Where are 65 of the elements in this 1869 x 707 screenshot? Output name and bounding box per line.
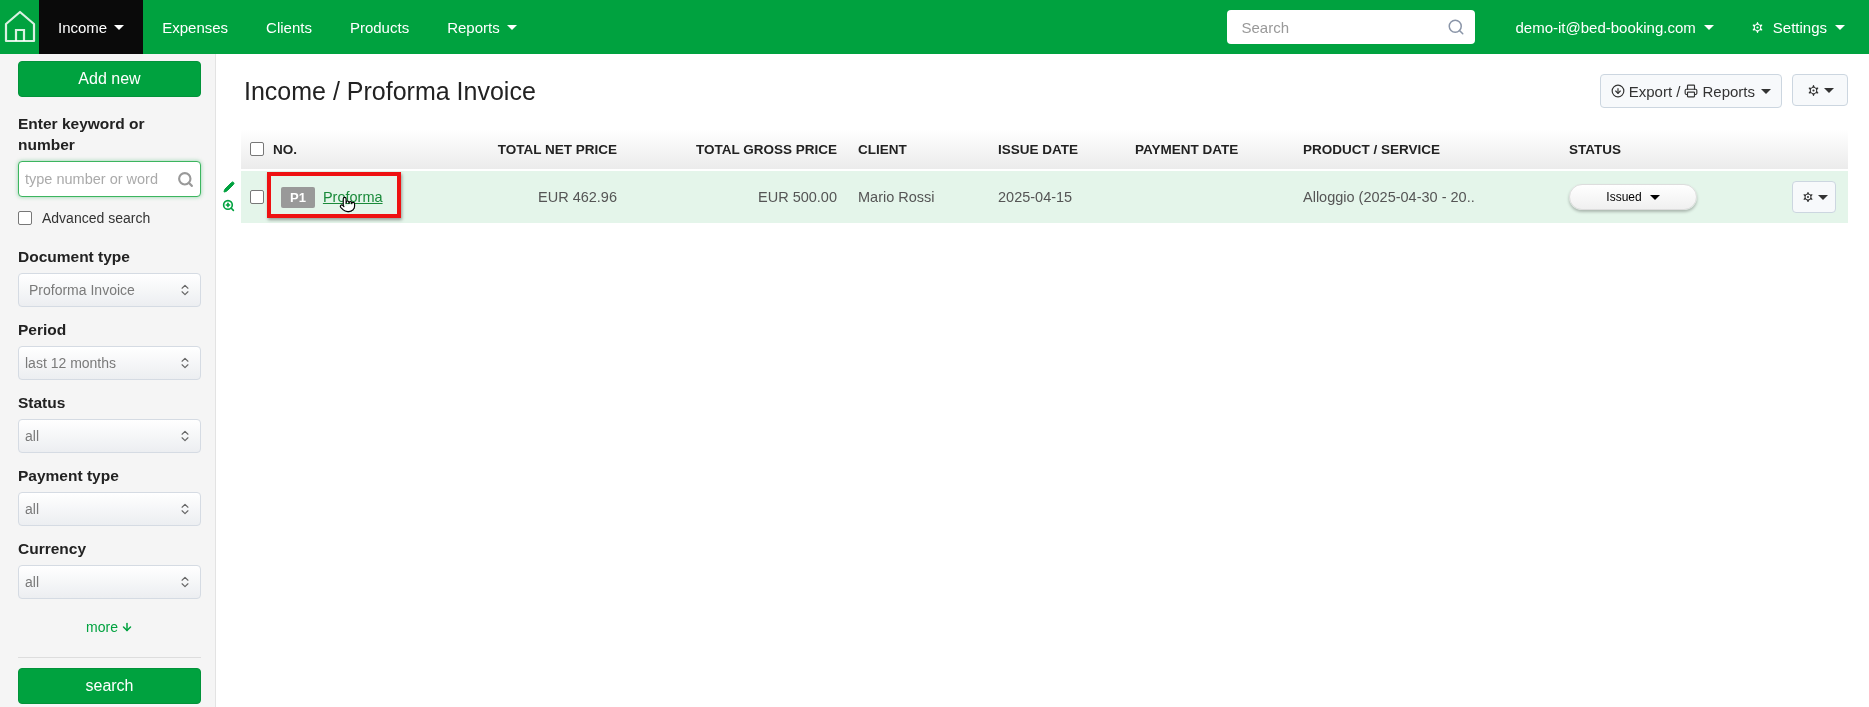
select-field[interactable]: last 12 months (18, 346, 201, 380)
nav-item[interactable]: Expenses (143, 0, 248, 54)
checkbox[interactable] (250, 190, 264, 204)
nav-item[interactable]: Products (330, 0, 429, 54)
caret-icon (1824, 87, 1834, 93)
column-header: ISSUE DATE (998, 141, 1079, 157)
search-icon (177, 170, 194, 188)
table-cell-text: Mario Rossi (857, 189, 936, 205)
field-label: Status (18, 393, 67, 413)
document-badge: P1 (281, 186, 315, 208)
field-label: Payment type (18, 466, 120, 486)
table-cell-text: EUR 500.00 (757, 189, 838, 205)
checkbox[interactable] (250, 142, 264, 156)
settings-menu[interactable]: Settings (1731, 0, 1869, 54)
export-reports-button[interactable]: Export / Reports (1599, 74, 1782, 108)
pencil-icon[interactable] (222, 180, 235, 193)
field-label: Currency (18, 539, 88, 559)
column-header: TOTAL NET PRICE (496, 141, 618, 157)
caret-icon (1703, 24, 1714, 30)
table-row[interactable]: P1 Proforma EUR 462.96 EUR 500.00 Mario Rossi 2025-04-15 Alloggio (2025-04-30 - 20.. Issued (241, 171, 1848, 223)
printer-icon (1684, 84, 1699, 98)
caret-icon (1835, 24, 1845, 30)
settings-icon (1806, 82, 1821, 98)
account-menu[interactable]: demo-it@bed-booking.com (1497, 0, 1732, 54)
column-header: NO. (273, 141, 298, 157)
arrow-down-icon (120, 621, 133, 633)
field-label: Period (18, 320, 68, 340)
checkbox-label: Advanced search (42, 210, 151, 226)
column-header: PRODUCT / SERVICE (1303, 141, 1442, 157)
column-header: STATUS (1569, 141, 1622, 157)
keyword-field[interactable]: type number or word (18, 161, 201, 197)
nav-item[interactable]: Income (39, 0, 144, 54)
select-field[interactable]: all (18, 565, 201, 599)
field-label: Document type (18, 247, 131, 267)
table-cell-text: 2025-04-15 (998, 189, 1074, 205)
column-header: CLIENT (857, 141, 908, 157)
page-title: Income / Proforma Invoice (244, 77, 537, 106)
settings-icon (1749, 19, 1765, 35)
search-field[interactable]: Search (1227, 10, 1476, 44)
nav-item[interactable]: Clients (247, 0, 331, 54)
checkbox[interactable] (18, 211, 32, 225)
add-new-button[interactable]: Add new (18, 61, 201, 97)
document-link[interactable]: Proforma (322, 189, 383, 205)
caret-icon (1649, 194, 1660, 200)
select-field[interactable]: Proforma Invoice (18, 273, 201, 307)
status-dropdown[interactable]: Issued (1569, 184, 1697, 210)
more-link[interactable]: more (86, 619, 133, 635)
nav-item[interactable]: Reports (428, 0, 536, 54)
column-header: TOTAL GROSS PRICE (694, 141, 838, 157)
caret-icon (1761, 88, 1771, 94)
search-button[interactable]: search (18, 668, 201, 704)
zoom-in-icon[interactable] (222, 198, 235, 212)
settings-icon (1800, 190, 1815, 204)
search-icon (1447, 18, 1466, 36)
caret-icon (1817, 194, 1828, 200)
row-settings-button[interactable] (1792, 181, 1836, 213)
select-field[interactable]: all (18, 419, 201, 453)
home-icon[interactable] (2, 9, 37, 45)
settings-button[interactable] (1792, 74, 1848, 106)
column-header: PAYMENT DATE (1135, 141, 1240, 157)
table-cell-text: EUR 462.96 (537, 189, 618, 205)
table-cell-text: Alloggio (2025-04-30 - 20.. (1303, 189, 1476, 205)
field-label: Enter keyword or number (18, 114, 146, 155)
select-field[interactable]: all (18, 492, 201, 526)
download-icon (1610, 84, 1625, 98)
